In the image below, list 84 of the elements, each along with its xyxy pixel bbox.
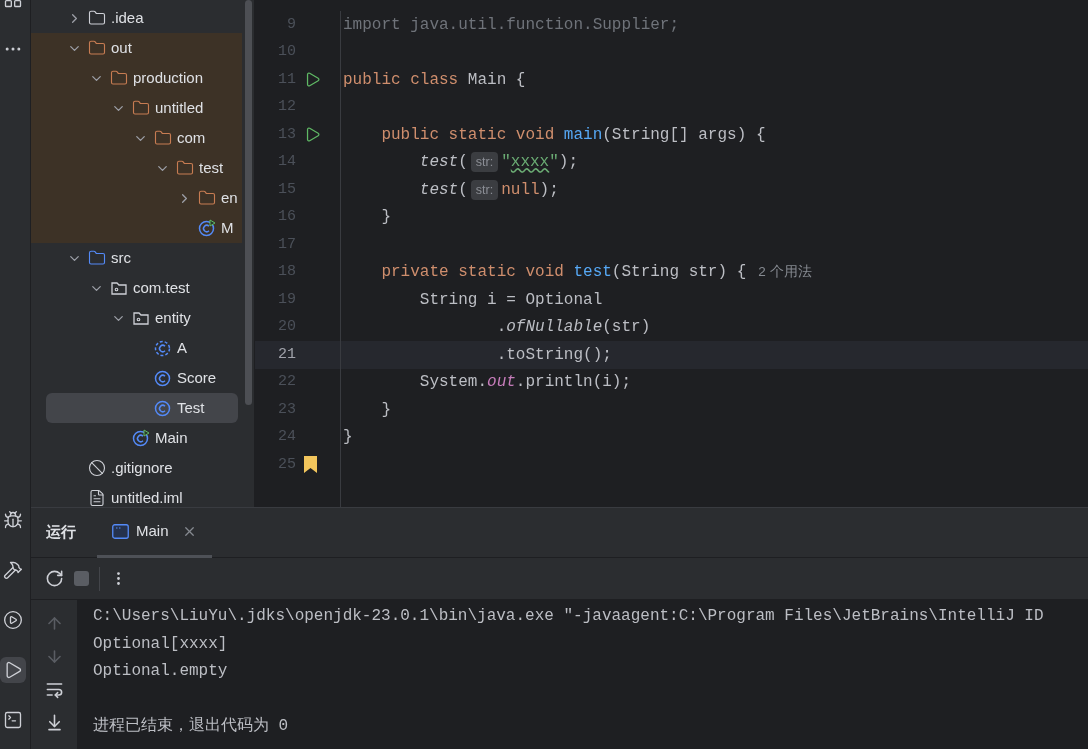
- tree-item-label: src: [111, 247, 131, 268]
- rerun-icon[interactable]: [45, 569, 64, 588]
- tree-item[interactable]: untitled: [31, 93, 204, 123]
- folder-icon: [132, 99, 150, 117]
- tree-item[interactable]: en: [31, 183, 238, 213]
- line-number: 21: [277, 344, 296, 365]
- folder-icon: [88, 39, 106, 57]
- console-line: Optional.empty: [93, 661, 229, 682]
- tree-item-label: A: [177, 337, 187, 358]
- tree-item[interactable]: M: [31, 213, 234, 243]
- tree-item[interactable]: test: [31, 153, 224, 183]
- folder-icon: [88, 249, 106, 267]
- folder-icon: [176, 159, 194, 177]
- tree-item-label: production: [133, 67, 204, 88]
- class-icon: [154, 399, 172, 417]
- inlay-hint: str:: [470, 152, 499, 173]
- code-text: String i = Optional: [418, 289, 603, 311]
- ignore-file-icon: [88, 459, 106, 477]
- bookmark-icon[interactable]: [304, 456, 317, 474]
- tree-item-label: .idea: [111, 7, 144, 28]
- panel-title: 运行: [46, 522, 76, 543]
- code-text: import java.util.function.Supplier;: [343, 14, 680, 36]
- code-text: System.out.println(i);: [418, 372, 632, 394]
- scrollbar-thumb[interactable]: [244, 0, 252, 405]
- tree-item-label: .gitignore: [111, 457, 173, 478]
- tree-item[interactable]: untitled.iml: [31, 483, 183, 507]
- soft-wrap-icon[interactable]: [44, 680, 64, 699]
- tree-item[interactable]: A: [31, 333, 187, 363]
- usages-hint[interactable]: 2 个用法: [758, 262, 812, 283]
- tree-item[interactable]: .gitignore: [31, 453, 173, 483]
- run-tab[interactable]: Main: [97, 507, 212, 558]
- code-text: "xxxx");: [501, 152, 578, 174]
- code-text: public class Main {: [343, 69, 526, 91]
- run-icon[interactable]: [0, 657, 26, 683]
- code-text: }: [380, 399, 391, 421]
- folder-icon: [88, 9, 106, 27]
- tree-item-label: en: [221, 187, 238, 208]
- tree-item[interactable]: com: [31, 123, 206, 153]
- folder-icon: [110, 69, 128, 87]
- code-text: test(: [418, 152, 468, 174]
- code-text: }: [343, 427, 353, 449]
- tree-item[interactable]: Score: [31, 363, 217, 393]
- package-icon: [132, 309, 150, 327]
- console-icon: [112, 523, 129, 539]
- console-line: 进程已结束，退出代码为 0: [93, 716, 290, 737]
- runnable-class-icon: [132, 429, 150, 447]
- tree-item-label: M: [221, 217, 234, 238]
- tree-item-label: out: [111, 37, 132, 58]
- code-text: test(: [418, 179, 468, 201]
- package-icon: [110, 279, 128, 297]
- tree-item[interactable]: Main: [31, 423, 188, 453]
- class-icon: [154, 339, 172, 357]
- run-icon[interactable]: [304, 71, 321, 89]
- inlay-hint: str:: [470, 179, 499, 200]
- tree-item-label: entity: [155, 307, 191, 328]
- tree-item-label: untitled: [155, 97, 204, 118]
- code-text: null);: [501, 179, 559, 201]
- console-line: C:\Users\LiuYu\.jdks\openjdk-23.0.1\bin\java.exe "-javaagent:C:\Program Files\JetBrains\IntelliJ ID: [93, 606, 1045, 627]
- runnable-class-icon: [198, 219, 216, 237]
- folder-icon: [154, 129, 172, 147]
- code-text: }: [380, 207, 391, 229]
- tree-item[interactable]: .idea: [31, 3, 144, 33]
- code-text: private static void test(String str) {: [380, 262, 747, 284]
- code-text: .toString();: [495, 344, 612, 366]
- code-text: public static void main(String[] args) {: [380, 124, 766, 146]
- tree-item-label: Test: [177, 397, 205, 418]
- tree-item[interactable]: out: [31, 33, 132, 63]
- code-text: .ofNullable(str): [495, 317, 651, 339]
- tree-item[interactable]: entity: [31, 303, 191, 333]
- folder-icon: [198, 189, 216, 207]
- tree-item-label: Main: [155, 427, 188, 448]
- tree-item-label: untitled.iml: [111, 487, 183, 507]
- class-icon: [154, 369, 172, 387]
- tree-item[interactable]: production: [31, 63, 204, 93]
- tree-item[interactable]: com.test: [31, 273, 190, 303]
- console-line: Optional[xxxx]: [93, 633, 229, 655]
- tree-item[interactable]: src: [31, 243, 131, 273]
- tree-item-label: com.test: [133, 277, 190, 298]
- run-icon[interactable]: [304, 126, 321, 144]
- tree-item-label: test: [199, 157, 224, 178]
- tree-item[interactable]: Test: [46, 393, 239, 423]
- tree-item-label: com: [177, 127, 206, 148]
- file-icon: [88, 489, 106, 507]
- tree-item-label: Score: [177, 367, 217, 388]
